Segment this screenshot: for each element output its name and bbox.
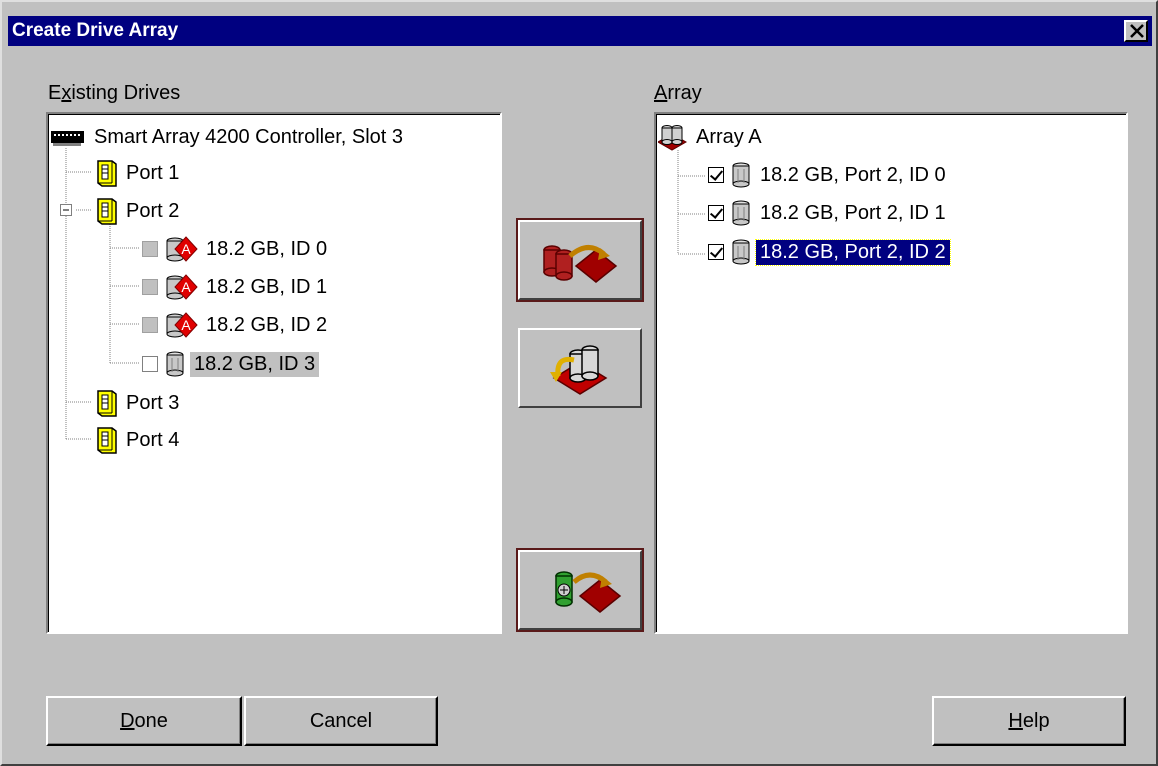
- drive-label: 18.2 GB, ID 2: [206, 313, 328, 336]
- remove-drives-icon: [550, 345, 608, 395]
- port-1-node[interactable]: Port 1: [92, 158, 183, 188]
- array-drive-checkbox[interactable]: [708, 244, 724, 260]
- port-icon: [97, 160, 117, 187]
- drive-label: 18.2 GB, ID 1: [206, 275, 328, 298]
- array-icon: [658, 125, 688, 151]
- port-4-node[interactable]: Port 4: [92, 425, 183, 455]
- drive-node[interactable]: A 18.2 GB, ID 0: [142, 234, 331, 264]
- port-label: Port 4: [126, 428, 180, 451]
- add-drives-icon: [543, 245, 618, 283]
- port-icon: [97, 198, 117, 225]
- close-icon: [1130, 24, 1144, 38]
- array-drive-checkbox[interactable]: [708, 205, 724, 221]
- assigned-drive-icon: A: [166, 236, 198, 262]
- add-spare-button[interactable]: [516, 548, 644, 632]
- add-spare-icon: [555, 571, 622, 613]
- controller-label: Smart Array 4200 Controller, Slot 3: [94, 125, 404, 148]
- controller-card-icon: [51, 131, 84, 146]
- drive-icon: [732, 200, 750, 226]
- add-drives-to-array-button[interactable]: [516, 218, 644, 302]
- port-2-node[interactable]: Port 2: [92, 196, 183, 226]
- array-drive-node[interactable]: 18.2 GB, Port 2, ID 0: [708, 160, 950, 190]
- create-drive-array-dialog: Create Drive Array Existing Drives Smart…: [0, 0, 1158, 766]
- array-drive-label: 18.2 GB, Port 2, ID 0: [760, 163, 946, 186]
- port-icon: [97, 390, 117, 417]
- assigned-drive-icon: A: [166, 312, 198, 338]
- drive-node[interactable]: 18.2 GB, ID 3: [142, 349, 320, 379]
- array-tree[interactable]: Array A 18.2 GB, Port 2, ID 0 18.2 GB, P…: [654, 112, 1128, 634]
- drive-icon: [732, 239, 750, 265]
- drive-label: 18.2 GB, ID 3: [190, 351, 320, 377]
- tree-lines: [677, 150, 706, 255]
- port-label: Port 2: [126, 199, 180, 222]
- cancel-button[interactable]: Cancel: [244, 696, 438, 746]
- drive-icon: [166, 351, 184, 377]
- drive-icon: [732, 162, 750, 188]
- svg-text:A: A: [181, 241, 191, 257]
- close-button[interactable]: [1124, 20, 1148, 42]
- svg-text:A: A: [181, 279, 191, 295]
- svg-text:A: A: [181, 317, 191, 333]
- drive-node[interactable]: A 18.2 GB, ID 2: [142, 310, 331, 340]
- array-drive-label: 18.2 GB, Port 2, ID 2: [755, 238, 951, 266]
- port-label: Port 3: [126, 391, 180, 414]
- help-button[interactable]: Help: [932, 696, 1126, 746]
- array-drive-node[interactable]: 18.2 GB, Port 2, ID 1: [708, 198, 950, 228]
- controller-node[interactable]: Smart Array 4200 Controller, Slot 3: [50, 122, 407, 152]
- array-label: Array: [654, 82, 702, 104]
- drive-checkbox[interactable]: [142, 317, 158, 333]
- drive-checkbox[interactable]: [142, 279, 158, 295]
- drive-label: 18.2 GB, ID 0: [206, 237, 328, 260]
- remove-drives-from-array-button[interactable]: [518, 328, 642, 408]
- done-button[interactable]: Done: [46, 696, 242, 746]
- port-label: Port 1: [126, 161, 180, 184]
- assigned-drive-icon: A: [166, 274, 198, 300]
- array-drive-node[interactable]: 18.2 GB, Port 2, ID 2: [708, 237, 951, 267]
- existing-drives-tree[interactable]: Smart Array 4200 Controller, Slot 3 Port…: [46, 112, 502, 634]
- title-bar[interactable]: Create Drive Array: [8, 16, 1152, 46]
- drive-checkbox[interactable]: [142, 356, 158, 372]
- existing-drives-label: Existing Drives: [48, 82, 181, 104]
- drive-checkbox[interactable]: [142, 241, 158, 257]
- port-3-node[interactable]: Port 3: [92, 388, 183, 418]
- drive-node[interactable]: A 18.2 GB, ID 1: [142, 272, 331, 302]
- array-root-label: Array A: [696, 125, 762, 148]
- array-drive-label: 18.2 GB, Port 2, ID 1: [760, 201, 946, 224]
- array-root-node[interactable]: Array A: [658, 122, 766, 152]
- port-icon: [97, 427, 117, 454]
- window-title: Create Drive Array: [12, 20, 179, 41]
- array-drive-checkbox[interactable]: [708, 167, 724, 183]
